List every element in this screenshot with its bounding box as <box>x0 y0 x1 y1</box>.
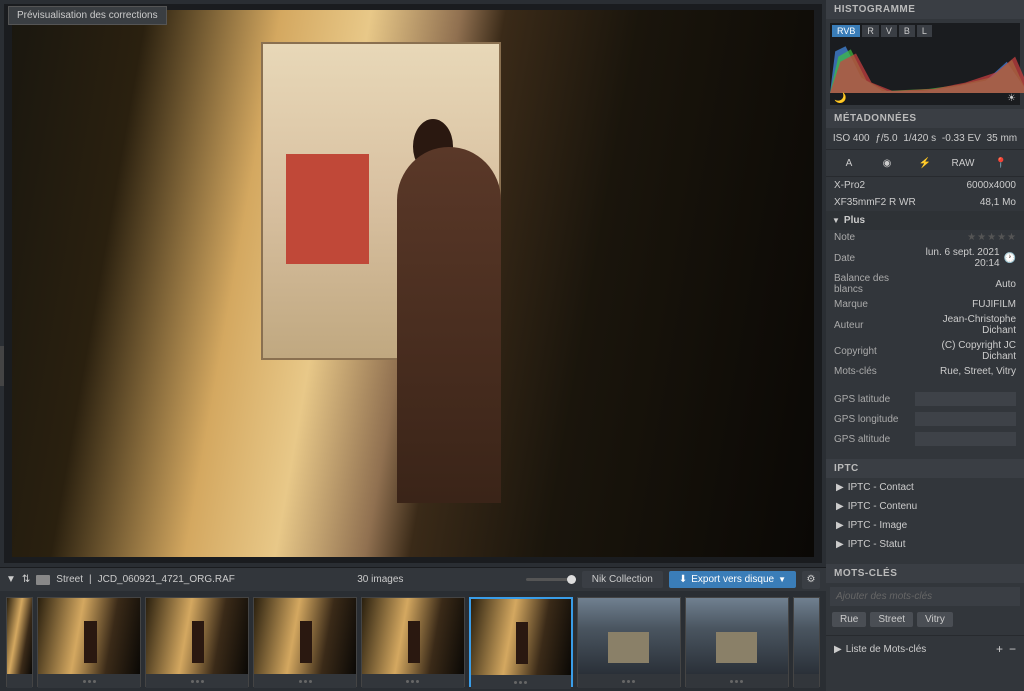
add-keyword-button[interactable]: + <box>996 642 1003 656</box>
preview-tooltip: Prévisualisation des corrections <box>8 6 167 25</box>
gps-icon[interactable]: 📍 <box>989 154 1013 172</box>
sort-icon[interactable]: ⇅ <box>22 574 30 585</box>
wb-label: Balance des blancs <box>834 273 909 295</box>
exif-row-2: A ◉ ⚡ RAW 📍 <box>826 150 1024 177</box>
collapse-handle[interactable] <box>0 346 4 386</box>
histo-tab-r[interactable]: R <box>862 25 879 37</box>
nik-collection-button[interactable]: Nik Collection <box>582 571 663 588</box>
format-label: RAW <box>951 154 975 172</box>
filter-icon[interactable]: ▼ <box>6 574 16 585</box>
histo-tab-b[interactable]: B <box>899 25 915 37</box>
triangle-right-icon: ▶ <box>834 644 842 655</box>
chevron-down-icon: ▼ <box>778 575 786 584</box>
date-value: lun. 6 sept. 2021 20:14 <box>909 247 1000 269</box>
gps-lat-label: GPS latitude <box>834 394 909 405</box>
exif-ev: -0.33 EV <box>942 133 981 144</box>
metering-icon[interactable]: ◉ <box>875 154 899 172</box>
shadow-clip-icon[interactable]: 🌙 <box>834 93 846 104</box>
date-label: Date <box>834 253 909 264</box>
highlight-clip-icon[interactable]: ☀ <box>1007 93 1016 104</box>
histogram[interactable]: RVB R V B L 🌙 ☀ <box>830 23 1020 105</box>
copyright-value: (C) Copyright JC Dichant <box>909 340 1016 362</box>
camera-model: X-Pro2 <box>834 180 865 191</box>
plus-toggle[interactable]: ▼ Plus <box>826 211 1024 230</box>
thumbnail-size-slider[interactable] <box>526 578 576 581</box>
flash-icon[interactable]: ⚡ <box>913 154 937 172</box>
thumbnail[interactable] <box>577 597 681 687</box>
keyword-tag[interactable]: Rue <box>832 612 866 627</box>
image-count: 30 images <box>357 574 403 585</box>
wb-value: Auto <box>909 279 1016 290</box>
file-size: 48,1 Mo <box>980 197 1016 208</box>
side-panel: HISTOGRAMME RVB R V B L 🌙 ☀ MÉTADONNÉES … <box>826 0 1024 691</box>
brand-label: Marque <box>834 299 909 310</box>
exif-shutter: 1/420 s <box>903 133 936 144</box>
keyword-list-label[interactable]: Liste de Mots-clés <box>846 644 992 655</box>
resolution: 6000x4000 <box>967 180 1017 191</box>
thumbnail[interactable] <box>145 597 249 687</box>
exif-row-1: ISO 400 ƒ/5.0 1/420 s -0.33 EV 35 mm <box>826 128 1024 150</box>
keywords-label: Mots-clés <box>834 366 909 377</box>
histo-tab-l[interactable]: L <box>917 25 932 37</box>
export-label: Export vers disque <box>691 574 774 585</box>
export-icon: ⬇ <box>679 574 687 585</box>
gps-alt-input[interactable] <box>915 432 1016 446</box>
keywords-value: Rue, Street, Vitry <box>909 366 1016 377</box>
thumbnail[interactable] <box>685 597 789 687</box>
histo-tab-v[interactable]: V <box>881 25 897 37</box>
gps-lon-input[interactable] <box>915 412 1016 426</box>
plus-label: Plus <box>844 215 865 226</box>
folder-icon[interactable] <box>36 575 50 585</box>
gps-alt-label: GPS altitude <box>834 434 909 445</box>
settings-button[interactable]: ⚙ <box>802 571 820 589</box>
thumbnail-selected[interactable] <box>469 597 573 687</box>
iptc-contact[interactable]: ▶IPTC - Contact <box>826 478 1024 497</box>
note-label: Note <box>834 232 909 243</box>
gps-lon-label: GPS longitude <box>834 414 909 425</box>
photo-preview <box>12 10 814 558</box>
metadata-header: MÉTADONNÉES <box>826 109 1024 128</box>
thumbnail[interactable] <box>37 597 141 687</box>
clock-icon[interactable]: 🕐 <box>1004 253 1016 264</box>
thumbnail[interactable] <box>793 597 820 687</box>
histo-tab-rvb[interactable]: RVB <box>832 25 860 37</box>
iptc-image[interactable]: ▶IPTC - Image <box>826 516 1024 535</box>
star-rating[interactable]: ★★★★★ <box>909 232 1016 243</box>
lens-model: XF35mmF2 R WR <box>834 197 916 208</box>
histogram-curves <box>830 41 1024 93</box>
exif-focal: 35 mm <box>987 133 1018 144</box>
export-button[interactable]: ⬇ Export vers disque ▼ <box>669 571 796 588</box>
exif-aperture: ƒ/5.0 <box>875 133 897 144</box>
brand-value: FUJIFILM <box>909 299 1016 310</box>
keyword-input[interactable]: Ajouter des mots-clés <box>830 587 1020 606</box>
filmstrip[interactable] <box>0 591 826 691</box>
remove-keyword-button[interactable]: − <box>1009 642 1016 656</box>
keyword-tag[interactable]: Street <box>870 612 913 627</box>
exif-iso: ISO 400 <box>833 133 870 144</box>
keywords-header: MOTS-CLÉS <box>826 564 1024 583</box>
author-value: Jean-Christophe Dichant <box>909 314 1016 336</box>
thumbnail[interactable] <box>253 597 357 687</box>
filename: JCD_060921_4721_ORG.RAF <box>98 574 235 585</box>
copyright-label: Copyright <box>834 346 909 357</box>
author-label: Auteur <box>834 320 909 331</box>
breadcrumb-sep: | <box>89 574 92 585</box>
thumbnail[interactable] <box>361 597 465 687</box>
image-viewer[interactable] <box>4 4 822 563</box>
triangle-down-icon: ▼ <box>832 216 840 225</box>
histogram-header: HISTOGRAMME <box>826 0 1024 19</box>
mode-icon[interactable]: A <box>837 154 861 172</box>
folder-name: Street <box>56 574 83 585</box>
iptc-header: IPTC <box>826 459 1024 478</box>
iptc-contenu[interactable]: ▶IPTC - Contenu <box>826 497 1024 516</box>
keyword-tag[interactable]: Vitry <box>917 612 953 627</box>
gps-lat-input[interactable] <box>915 392 1016 406</box>
thumbnail[interactable] <box>6 597 33 687</box>
iptc-statut[interactable]: ▶IPTC - Statut <box>826 535 1024 554</box>
